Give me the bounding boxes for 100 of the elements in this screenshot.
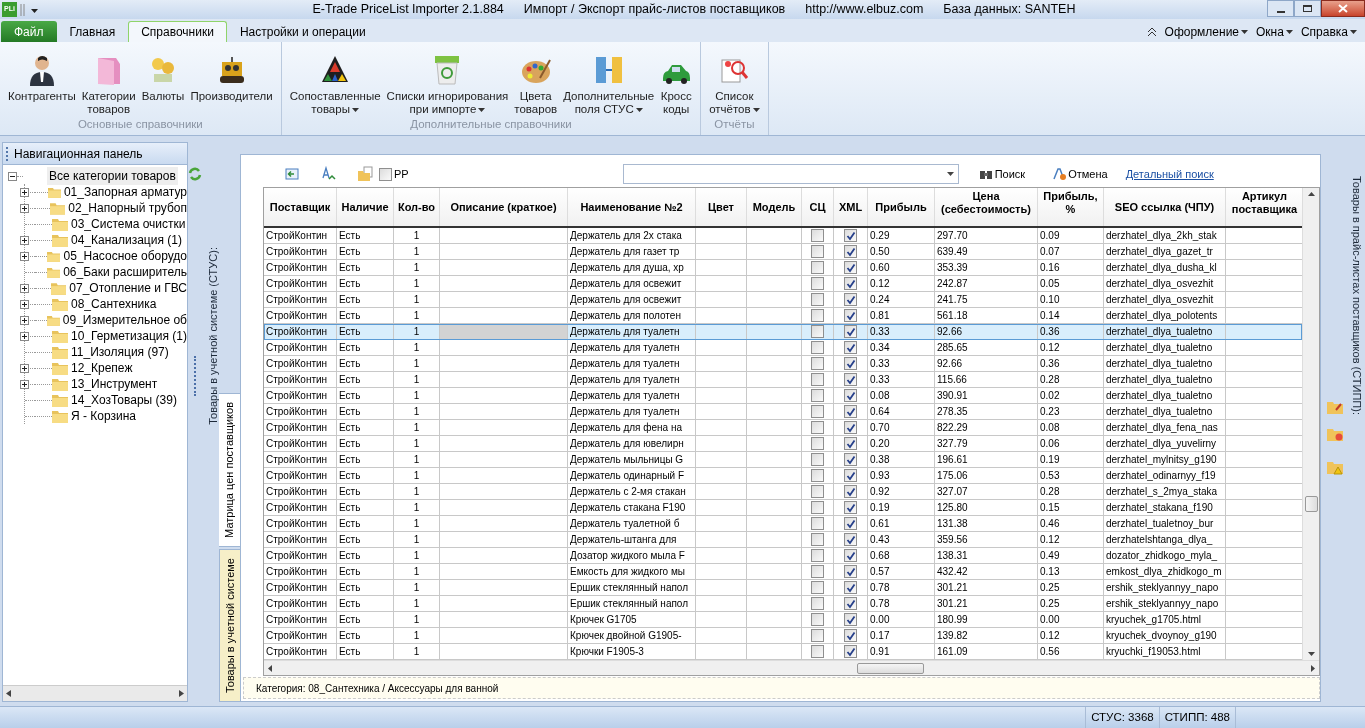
dropdown-arrow-icon[interactable] (946, 172, 954, 176)
checkbox[interactable] (844, 293, 857, 306)
tree-root[interactable]: Все категории товаров (47, 167, 178, 185)
checkbox[interactable] (844, 549, 857, 562)
minimize-button[interactable] (1267, 0, 1294, 17)
scroll-thumb[interactable] (857, 662, 924, 674)
column-header[interactable]: Прибыль, % (1038, 188, 1104, 226)
expand-icon[interactable] (20, 203, 29, 213)
table-row[interactable]: СтройКонтин Есть 1 Держатель туалетной б 0.61 131.38 0.46 derzhatel_tualetnoy_bur (264, 516, 1302, 532)
close-button[interactable] (1321, 0, 1365, 17)
import-icon[interactable] (285, 167, 299, 181)
menu-dropdown[interactable]: Справка (1300, 22, 1357, 41)
checkbox[interactable] (844, 325, 857, 338)
expand-icon[interactable] (20, 235, 29, 245)
table-row[interactable]: СтройКонтин Есть 1 Держатель для газет тр 0.50 639.49 0.07 derzhatel_dlya_gazet_tr (264, 244, 1302, 260)
scroll-thumb[interactable] (1304, 496, 1318, 512)
checkbox[interactable] (844, 469, 857, 482)
checkbox[interactable] (811, 325, 824, 338)
checkbox[interactable] (811, 309, 824, 322)
up-arrows-icon[interactable] (1146, 26, 1157, 37)
horizontal-scrollbar[interactable] (3, 685, 187, 701)
checkbox[interactable] (811, 229, 824, 242)
checkbox[interactable] (844, 613, 857, 626)
table-row[interactable]: СтройКонтин Есть 1 Дозатор жидкого мыла F 0.68 138.31 0.49 dozator_zhidkogo_myla_ (264, 548, 1302, 564)
checkbox[interactable] (811, 293, 824, 306)
checkbox[interactable] (844, 357, 857, 370)
checkbox[interactable] (811, 261, 824, 274)
scroll-right-icon[interactable] (1311, 664, 1315, 672)
checkbox[interactable] (844, 261, 857, 274)
tree-item[interactable]: 13_Инструмент (71, 375, 158, 393)
checkbox[interactable] (844, 453, 857, 466)
menu-dropdown[interactable]: Окна (1256, 22, 1293, 41)
menu-tab[interactable]: Справочники (128, 21, 227, 42)
tree-item[interactable]: 12_Крепеж (71, 359, 133, 377)
ribbon-button[interactable]: Цвета товаров (511, 42, 561, 116)
ribbon-button[interactable]: Сопоставленные товары (286, 42, 384, 116)
checkbox[interactable] (811, 549, 824, 562)
column-header[interactable]: Наличие (337, 188, 394, 226)
horizontal-scrollbar[interactable] (264, 660, 1319, 675)
tree-item[interactable]: 11_Изоляция (97) (71, 343, 169, 361)
column-header[interactable]: Модель (747, 188, 802, 226)
checkbox[interactable] (811, 421, 824, 434)
table-row[interactable]: СтройКонтин Есть 1 Емкость для жидкого мы 0.57 432.42 0.13 emkost_dlya_zhidkogo_m (264, 564, 1302, 580)
checkbox[interactable] (844, 629, 857, 642)
column-header[interactable]: Наименование №2 (568, 188, 696, 226)
table-row[interactable]: СтройКонтин Есть 1 Держатель для туалетн 0.34 285.65 0.12 derzhatel_dlya_tualetno (264, 340, 1302, 356)
checkbox[interactable] (844, 581, 857, 594)
folder-edit-icon[interactable] (1327, 400, 1343, 414)
checkbox[interactable] (811, 581, 824, 594)
sort-icon[interactable] (321, 166, 337, 182)
checkbox[interactable] (811, 565, 824, 578)
table-row[interactable]: СтройКонтин Есть 1 Держатель для туалетн 0.64 278.35 0.23 derzhatel_dlya_tualetno (264, 404, 1302, 420)
table-row[interactable]: СтройКонтин Есть 1 Держатель для туалетн 0.33 115.66 0.28 derzhatel_dlya_tualetno (264, 372, 1302, 388)
table-row[interactable]: СтройКонтин Есть 1 Держатель мыльницы G 0.38 196.61 0.19 derzhatel_mylnitsy_g190 (264, 452, 1302, 468)
checkbox[interactable] (811, 597, 824, 610)
expand-icon[interactable] (20, 251, 29, 261)
checkbox[interactable] (811, 485, 824, 498)
ribbon-button[interactable]: Кросс коды (657, 42, 696, 116)
checkbox[interactable] (844, 341, 857, 354)
quick-access-icon[interactable] (19, 3, 41, 16)
checkbox[interactable] (811, 629, 824, 642)
checkbox[interactable] (844, 405, 857, 418)
table-row[interactable]: СтройКонтин Есть 1 Крючек двойной G1905- 0.17 139.82 0.12 kryuchek_dvoynoy_g190 (264, 628, 1302, 644)
menu-tab[interactable]: Главная (56, 21, 129, 42)
ribbon-button[interactable]: Производители (187, 42, 276, 116)
checkbox[interactable] (844, 533, 857, 546)
expand-icon[interactable] (20, 283, 29, 293)
table-row[interactable]: СтройКонтин Есть 1 Держатель для ювелирн 0.20 327.79 0.06 derzhatel_dlya_yuvelirny (264, 436, 1302, 452)
table-row[interactable]: СтройКонтин Есть 1 Держатель для 2х стака 0.29 297.70 0.09 derzhatel_dlya_2kh_stak (264, 228, 1302, 244)
checkbox[interactable] (811, 453, 824, 466)
expand-icon[interactable] (20, 315, 29, 325)
tree-item[interactable]: 07_Отопление и ГВС (69, 279, 187, 297)
detail-search-link[interactable]: Детальный поиск (1125, 165, 1214, 183)
table-row[interactable]: СтройКонтин Есть 1 Держатель стакана F190 0.19 125.80 0.15 derzhatel_stakana_f190 (264, 500, 1302, 516)
expand-icon[interactable] (20, 331, 29, 341)
scroll-right-icon[interactable] (179, 690, 184, 697)
scroll-up-icon[interactable] (1307, 192, 1315, 196)
menu-dropdown[interactable]: Оформление (1164, 22, 1249, 41)
side-tab[interactable]: Товары в учетной системе (219, 548, 241, 702)
checkbox[interactable] (811, 469, 824, 482)
table-row[interactable]: СтройКонтин Есть 1 Держатель с 2-мя стакан 0.92 327.07 0.28 derzhatel_s_2mya_staka (264, 484, 1302, 500)
tree-item[interactable]: 08_Сантехника (71, 295, 157, 313)
checkbox[interactable] (811, 437, 824, 450)
checkbox[interactable] (844, 373, 857, 386)
checkbox[interactable] (844, 277, 857, 290)
search-button[interactable]: Поиск (978, 165, 1026, 183)
menu-tab[interactable]: Настройки и операции (226, 21, 379, 42)
ribbon-button[interactable]: Контрагенты (5, 42, 79, 116)
tree-item[interactable]: 02_Напорный трубоп (68, 199, 187, 217)
checkbox[interactable] (811, 533, 824, 546)
tree-item[interactable]: 05_Насосное оборудо (63, 247, 187, 265)
checkbox[interactable] (844, 245, 857, 258)
ribbon-button[interactable]: Валюты (138, 42, 188, 116)
table-row[interactable]: СтройКонтин Есть 1 Держатель для туалетн 0.33 92.66 0.36 derzhatel_dlya_tualetno (264, 356, 1302, 372)
table-row[interactable]: СтройКонтин Есть 1 Держатель для туалетн 0.08 390.91 0.02 derzhatel_dlya_tualetno (264, 388, 1302, 404)
table-row[interactable]: СтройКонтин Есть 1 Держатель для освежит 0.24 241.75 0.10 derzhatel_dlya_osvezhit (264, 292, 1302, 308)
column-header[interactable]: SEO ссылка (ЧПУ) (1104, 188, 1226, 226)
checkbox[interactable] (844, 597, 857, 610)
collapse-icon[interactable] (8, 171, 17, 181)
table-row[interactable]: СтройКонтин Есть 1 Держатель для душа, хр 0.60 353.39 0.16 derzhatel_dlya_dusha_kl (264, 260, 1302, 276)
